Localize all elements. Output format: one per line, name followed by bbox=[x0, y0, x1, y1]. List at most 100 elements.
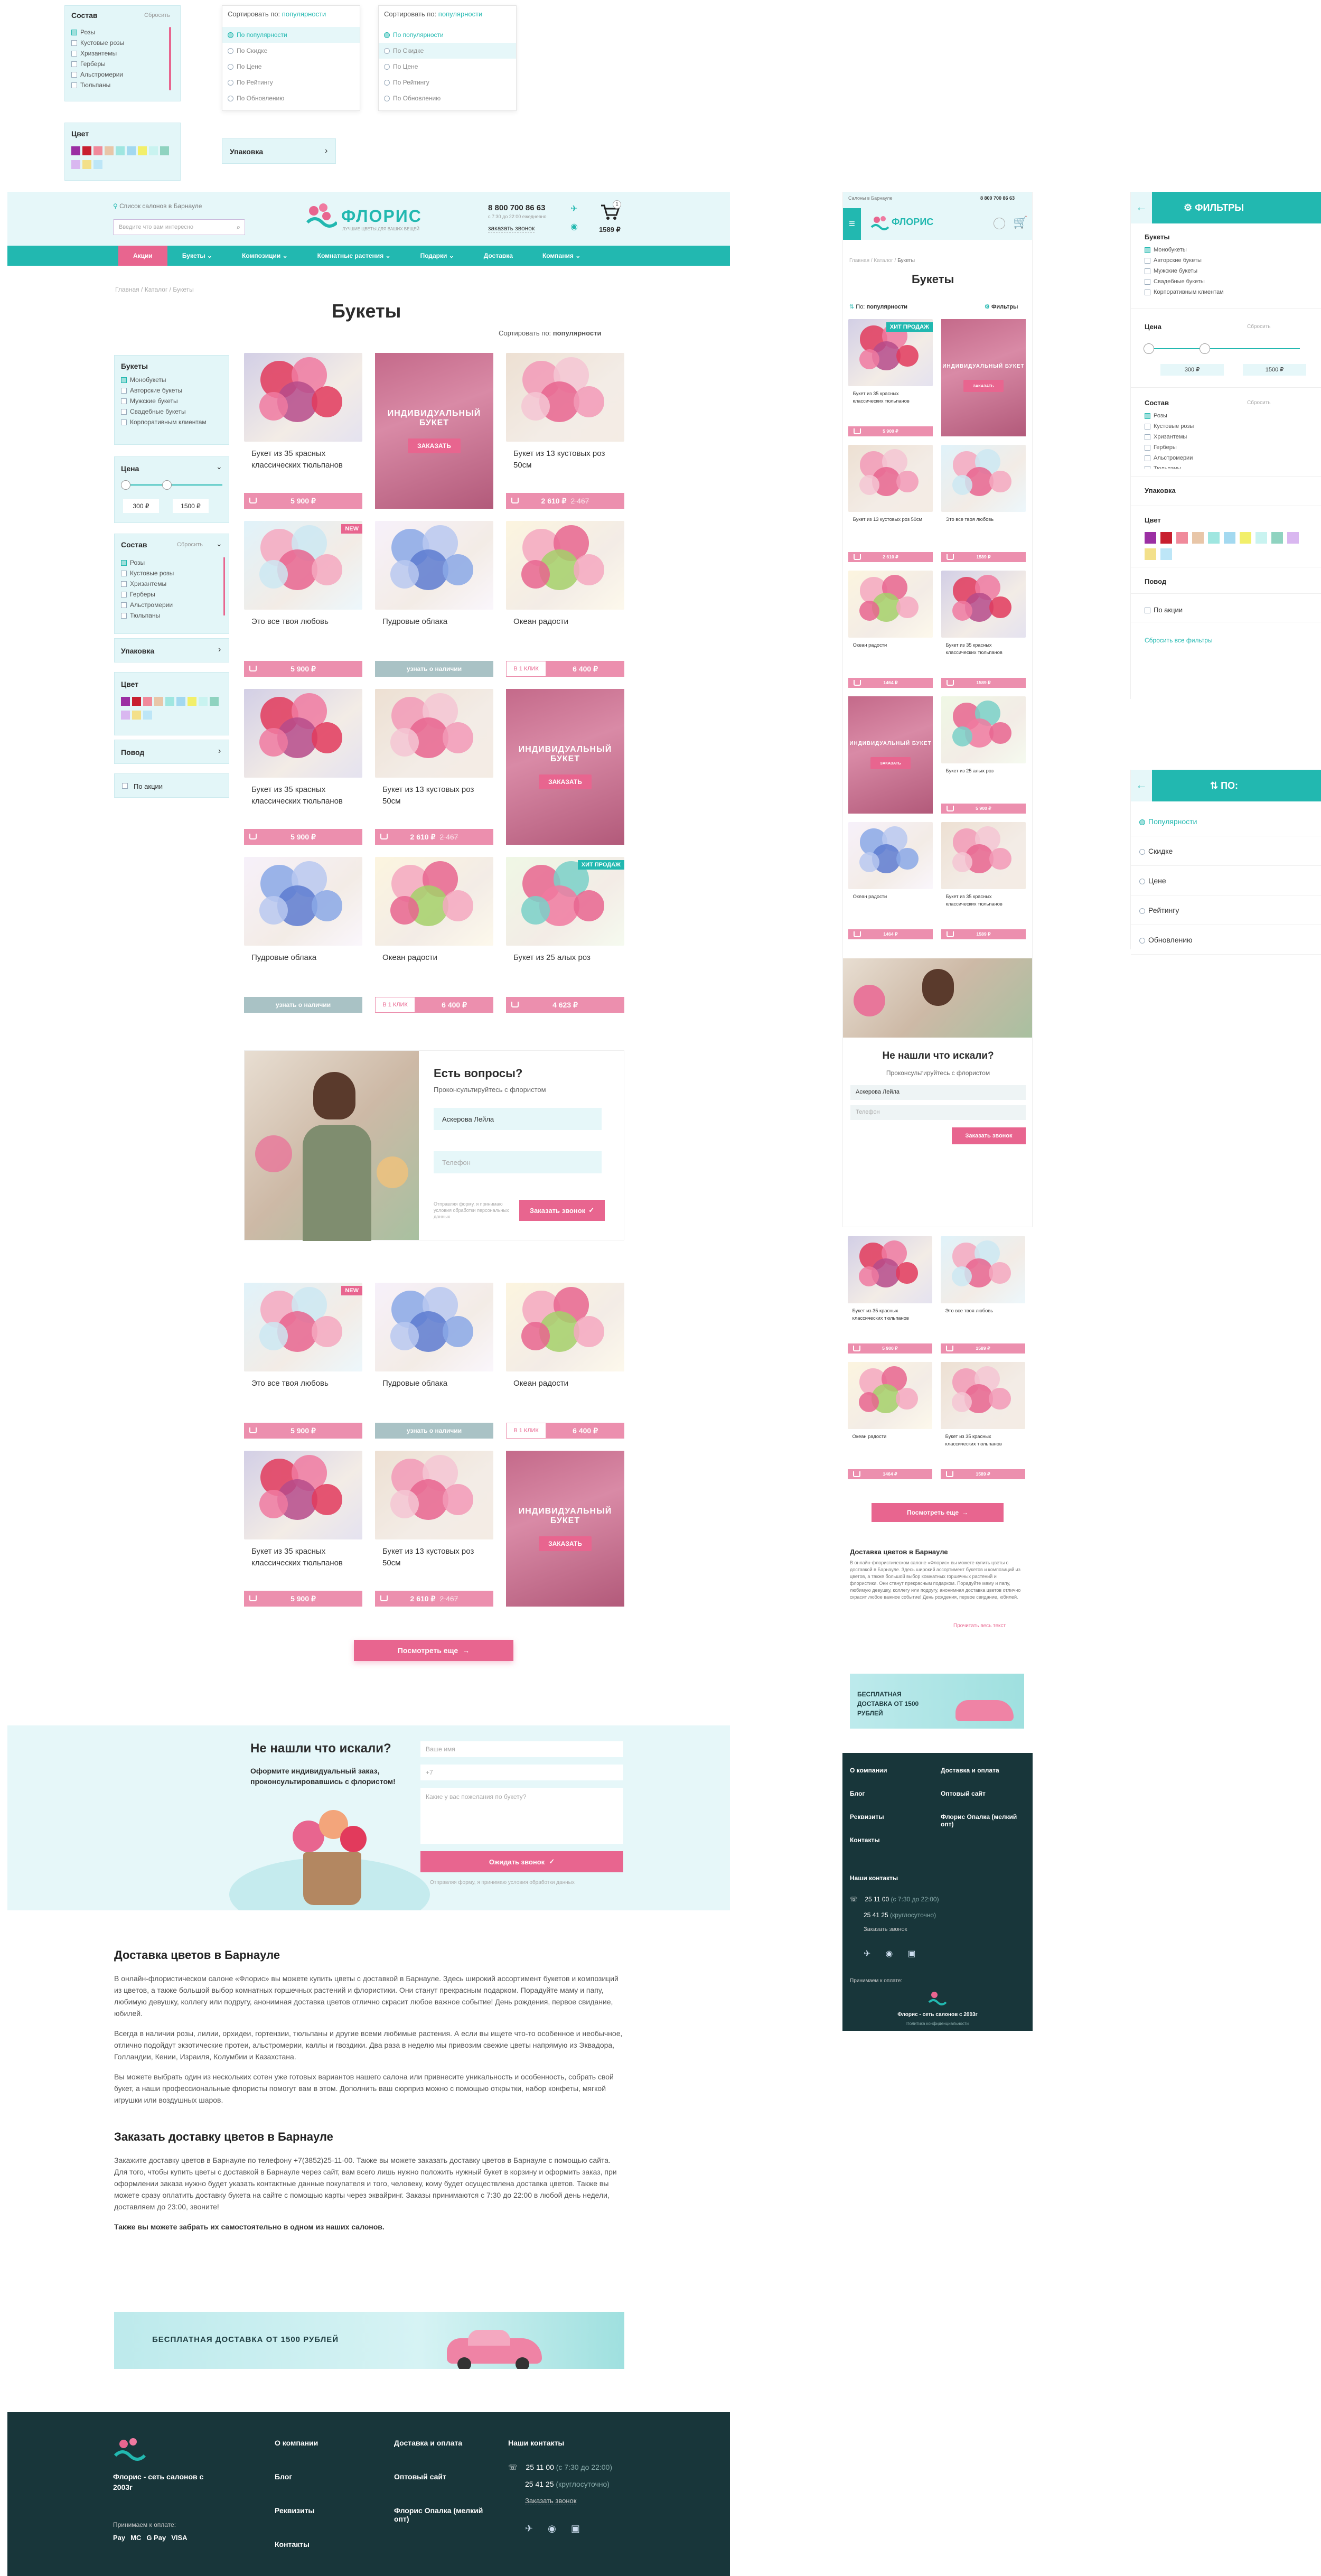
color-swatch[interactable] bbox=[82, 160, 91, 169]
product-card[interactable]: Букет из 35 красных классических тюльпан… bbox=[244, 689, 362, 845]
checkbox-item[interactable]: Монобукеты bbox=[121, 375, 227, 385]
nav-item[interactable]: Доставка bbox=[469, 246, 528, 266]
checkbox[interactable] bbox=[71, 72, 77, 78]
color-swatch[interactable] bbox=[1145, 532, 1156, 544]
chevron-down-icon[interactable]: ⌄ bbox=[216, 539, 222, 548]
nav-item[interactable]: Акции bbox=[118, 246, 167, 266]
product-image[interactable] bbox=[244, 1283, 362, 1372]
promo-checkbox[interactable] bbox=[1145, 608, 1150, 614]
phone[interactable]: 8 800 700 86 63 bbox=[980, 195, 1015, 201]
footer-link[interactable]: О компании bbox=[275, 2439, 349, 2447]
checkbox-item[interactable]: Альстромерии bbox=[71, 69, 172, 80]
color-swatch[interactable] bbox=[121, 697, 130, 706]
more-button[interactable]: Посмотреть еще → bbox=[872, 1503, 1004, 1522]
checkbox[interactable] bbox=[71, 51, 77, 57]
checkbox-item[interactable]: Корпоративным клиентам bbox=[1145, 287, 1303, 297]
promo-card[interactable]: ИНДИВИДУАЛЬНЫЙ БУКЕТ ЗАКАЗАТЬ bbox=[506, 1451, 624, 1607]
product-image[interactable] bbox=[848, 822, 933, 889]
product-card[interactable]: Океан радости В 1 КЛИК 6 400 ₽ bbox=[375, 857, 493, 1013]
product-title[interactable]: Букет из 13 кустовых роз 50см bbox=[853, 516, 927, 524]
checkbox[interactable] bbox=[121, 419, 127, 426]
search-input[interactable]: Введите что вам интересно ⌕ bbox=[113, 219, 245, 235]
color-swatch[interactable] bbox=[93, 160, 102, 169]
availability-button[interactable]: узнать о наличии bbox=[375, 1423, 493, 1439]
product-title[interactable]: Букет из 35 красных классических тюльпан… bbox=[852, 1308, 926, 1322]
search-icon[interactable]: ⌕ bbox=[237, 223, 240, 231]
footer-link[interactable]: Реквизиты bbox=[275, 2506, 349, 2515]
salons-link[interactable]: Список салонов в Барнауле bbox=[119, 202, 202, 210]
logo-icon[interactable] bbox=[112, 2435, 149, 2467]
product-card[interactable]: Пудровые облака узнать о наличии bbox=[244, 857, 362, 1013]
search-icon[interactable] bbox=[994, 218, 1005, 229]
product-title[interactable]: Океан радости bbox=[853, 642, 927, 649]
add-to-cart-button[interactable]: 2 610 ₽ bbox=[848, 552, 933, 562]
checkbox-item[interactable]: Кустовые розы bbox=[71, 38, 172, 48]
footer-link[interactable]: Оптовый сайт bbox=[394, 2472, 500, 2481]
product-card[interactable]: NEW Это все твоя любовь 5 900 ₽ bbox=[244, 1283, 362, 1439]
add-to-cart-button[interactable]: 2 610 ₽2 467 bbox=[375, 829, 493, 845]
add-to-cart-button[interactable]: 4 623 ₽ bbox=[506, 997, 624, 1013]
checkbox-item[interactable]: Мужские букеты bbox=[1145, 266, 1303, 276]
cart-icon[interactable]: 🛒 bbox=[1013, 216, 1027, 229]
color-swatch[interactable] bbox=[1208, 532, 1220, 544]
chevron-down-icon[interactable]: ⌄ bbox=[216, 462, 222, 471]
callback-link[interactable]: заказать звонок bbox=[488, 225, 535, 232]
checkbox-item[interactable]: Герберы bbox=[121, 589, 221, 600]
checkbox[interactable] bbox=[71, 82, 77, 89]
telegram-icon[interactable]: ✈ bbox=[864, 1948, 870, 1959]
sort-option[interactable]: По Рейтингу bbox=[379, 74, 516, 90]
filter-title[interactable]: Повод bbox=[1145, 577, 1166, 585]
product-card[interactable]: Букет из 13 кустовых роз 50см 2 610 ₽ bbox=[848, 445, 933, 562]
sort-option[interactable]: По популярности bbox=[222, 27, 360, 43]
checkbox-item[interactable]: Тюльпаны bbox=[71, 80, 172, 90]
product-image[interactable] bbox=[941, 445, 1026, 512]
sort-option[interactable]: Цене bbox=[1131, 866, 1321, 895]
product-card[interactable]: Букет из 13 кустовых роз 50см 2 610 ₽2 46… bbox=[375, 1451, 493, 1607]
radio[interactable] bbox=[1139, 819, 1145, 825]
breadcrumb-item[interactable]: Каталог bbox=[145, 286, 168, 293]
add-to-cart-button[interactable]: 5 900 ₽ bbox=[848, 1343, 932, 1354]
product-price[interactable]: 6 400 ₽ bbox=[546, 1423, 624, 1439]
color-swatch[interactable] bbox=[1256, 532, 1267, 544]
color-swatch[interactable] bbox=[143, 697, 152, 706]
phone-input[interactable]: Телефон bbox=[434, 1151, 602, 1173]
checkbox[interactable] bbox=[121, 581, 127, 587]
sort-option[interactable]: По Рейтингу bbox=[222, 74, 360, 90]
product-card[interactable]: Океан радости 1464 ₽ bbox=[848, 822, 933, 939]
promo-card[interactable]: ИНДИВИДУАЛЬНЫЙ БУКЕТ ЗАКАЗАТЬ bbox=[506, 689, 624, 845]
add-to-cart-button[interactable]: 1589 ₽ bbox=[941, 1343, 1025, 1354]
free-delivery-banner[interactable]: БЕСПЛАТНАЯ ДОСТАВКА ОТ 1500 РУБЛЕЙ bbox=[850, 1674, 1024, 1729]
color-swatch[interactable] bbox=[105, 146, 114, 155]
checkbox-item[interactable]: Мужские букеты bbox=[121, 396, 227, 406]
name-input[interactable]: Аскерова Лейла bbox=[850, 1085, 1026, 1100]
radio[interactable] bbox=[228, 48, 233, 54]
radio[interactable] bbox=[384, 80, 390, 86]
product-image[interactable] bbox=[244, 689, 362, 778]
price-min-input[interactable]: 300 ₽ bbox=[123, 499, 159, 513]
add-to-cart-button[interactable]: 5 900 ₽ bbox=[244, 1591, 362, 1607]
checkbox-item[interactable]: Хризантемы bbox=[71, 48, 172, 59]
price-max-input[interactable]: 1500 ₽ bbox=[1243, 364, 1306, 376]
filter-povod[interactable]: Повод › bbox=[114, 740, 229, 764]
price-slider-track[interactable] bbox=[122, 484, 222, 486]
sort-option[interactable]: Обновлению bbox=[1131, 925, 1321, 955]
phone-1[interactable]: 25 11 00 bbox=[526, 2463, 554, 2471]
checkbox-item[interactable]: Тюльпаны bbox=[121, 610, 221, 621]
product-image[interactable] bbox=[244, 1451, 362, 1540]
filter-promo[interactable]: По акции bbox=[114, 773, 229, 798]
product-title[interactable]: Океан радости bbox=[382, 952, 490, 964]
phone-2[interactable]: 25 41 25 bbox=[525, 2480, 554, 2488]
checkbox[interactable] bbox=[1145, 289, 1150, 295]
product-title[interactable]: Букет из 13 кустовых роз 50см bbox=[382, 1546, 490, 1569]
add-to-cart-button[interactable]: 2 610 ₽2 467 bbox=[506, 493, 624, 509]
footer-link[interactable]: Контакты bbox=[275, 2540, 349, 2549]
filter-title[interactable]: Упаковка bbox=[1145, 487, 1176, 494]
color-swatch[interactable] bbox=[1160, 548, 1172, 560]
sort-value[interactable]: популярности bbox=[438, 10, 483, 18]
promo-card[interactable]: ИНДИВИДУАЛЬНЫЙ БУКЕТ ЗАКАЗАТЬ bbox=[941, 319, 1026, 436]
checkbox[interactable] bbox=[1145, 268, 1150, 274]
product-card[interactable]: ХИТ ПРОДАЖ Букет из 35 красных классическ… bbox=[848, 319, 933, 436]
checkbox[interactable] bbox=[1145, 413, 1150, 419]
promo-order-button[interactable]: ЗАКАЗАТЬ bbox=[539, 1536, 592, 1551]
checkbox-item[interactable]: Альстромерии bbox=[1145, 453, 1303, 463]
